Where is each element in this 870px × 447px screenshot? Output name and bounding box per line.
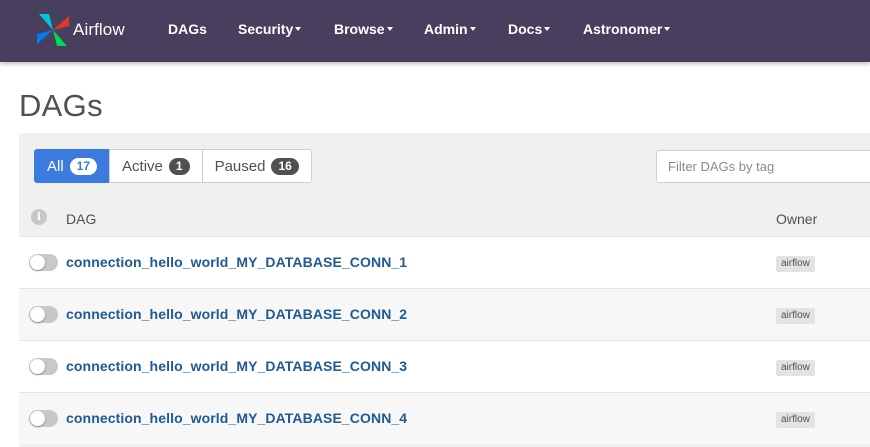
owner-tag[interactable]: airflow bbox=[776, 412, 815, 428]
owner-tag[interactable]: airflow bbox=[776, 360, 815, 376]
table-row: connection_hello_world_MY_DATABASE_CONN_… bbox=[19, 288, 870, 340]
nav-docs[interactable]: Docs bbox=[508, 21, 551, 37]
brand-name: Airflow bbox=[73, 20, 125, 39]
filter-active-button[interactable]: Active 1 bbox=[109, 149, 203, 183]
dag-link[interactable]: connection_hello_world_MY_DATABASE_CONN_… bbox=[66, 410, 407, 426]
column-header-owner[interactable]: Owner bbox=[776, 211, 817, 227]
caret-down-icon bbox=[386, 27, 393, 32]
nav-admin-label: Admin bbox=[424, 21, 468, 37]
filter-paused-button[interactable]: Paused 16 bbox=[201, 149, 312, 183]
filter-all-count: 17 bbox=[69, 157, 98, 175]
filter-paused-label: Paused bbox=[214, 157, 266, 175]
dags-panel: All 17 Active 1 Paused 16 i DAG Owner co… bbox=[19, 133, 870, 447]
pause-toggle[interactable] bbox=[29, 410, 58, 427]
caret-down-icon bbox=[664, 27, 671, 32]
pause-toggle[interactable] bbox=[29, 358, 58, 375]
caret-down-icon bbox=[544, 27, 551, 32]
info-icon[interactable]: i bbox=[31, 209, 47, 225]
filter-all-label: All bbox=[47, 157, 64, 175]
dag-link[interactable]: connection_hello_world_MY_DATABASE_CONN_… bbox=[66, 254, 407, 270]
toggle-knob bbox=[30, 411, 45, 426]
nav-security[interactable]: Security bbox=[238, 21, 302, 37]
dag-link[interactable]: connection_hello_world_MY_DATABASE_CONN_… bbox=[66, 306, 407, 322]
nav-dags-label: DAGs bbox=[168, 21, 207, 37]
caret-down-icon bbox=[469, 27, 476, 32]
page-title: DAGs bbox=[19, 88, 103, 123]
nav-astronomer[interactable]: Astronomer bbox=[583, 21, 671, 37]
airflow-pinwheel-icon bbox=[37, 14, 69, 46]
filter-active-count: 1 bbox=[168, 157, 190, 175]
nav-docs-label: Docs bbox=[508, 21, 543, 37]
tag-filter-input[interactable] bbox=[656, 150, 870, 183]
nav-admin[interactable]: Admin bbox=[424, 21, 476, 37]
filter-all-button[interactable]: All 17 bbox=[34, 149, 111, 183]
status-filter-group: All 17 Active 1 Paused 16 bbox=[34, 149, 312, 183]
table-row: connection_hello_world_MY_DATABASE_CONN_… bbox=[19, 392, 870, 444]
nav-astronomer-label: Astronomer bbox=[583, 21, 663, 37]
owner-tag[interactable]: airflow bbox=[776, 308, 815, 324]
caret-down-icon bbox=[295, 27, 302, 32]
table-row: connection_hello_world_MY_DATABASE_CONN_… bbox=[19, 236, 870, 288]
pause-toggle[interactable] bbox=[29, 306, 58, 323]
nav-security-label: Security bbox=[238, 21, 294, 37]
toggle-knob bbox=[30, 307, 45, 322]
column-header-dag[interactable]: DAG bbox=[66, 211, 96, 227]
pause-toggle[interactable] bbox=[29, 254, 58, 271]
filter-paused-count: 16 bbox=[271, 157, 299, 175]
navbar: Airflow DAGs Security Browse Admin Docs … bbox=[0, 0, 870, 62]
dag-link[interactable]: connection_hello_world_MY_DATABASE_CONN_… bbox=[66, 358, 407, 374]
toggle-knob bbox=[30, 255, 45, 270]
nav-browse[interactable]: Browse bbox=[334, 21, 393, 37]
table-row: connection_hello_world_MY_DATABASE_CONN_… bbox=[19, 340, 870, 392]
brand-link[interactable]: Airflow bbox=[33, 10, 125, 50]
nav-dags[interactable]: DAGs bbox=[168, 21, 207, 37]
toggle-knob bbox=[30, 359, 45, 374]
filter-active-label: Active bbox=[122, 157, 163, 175]
owner-tag[interactable]: airflow bbox=[776, 256, 815, 272]
nav-browse-label: Browse bbox=[334, 21, 385, 37]
